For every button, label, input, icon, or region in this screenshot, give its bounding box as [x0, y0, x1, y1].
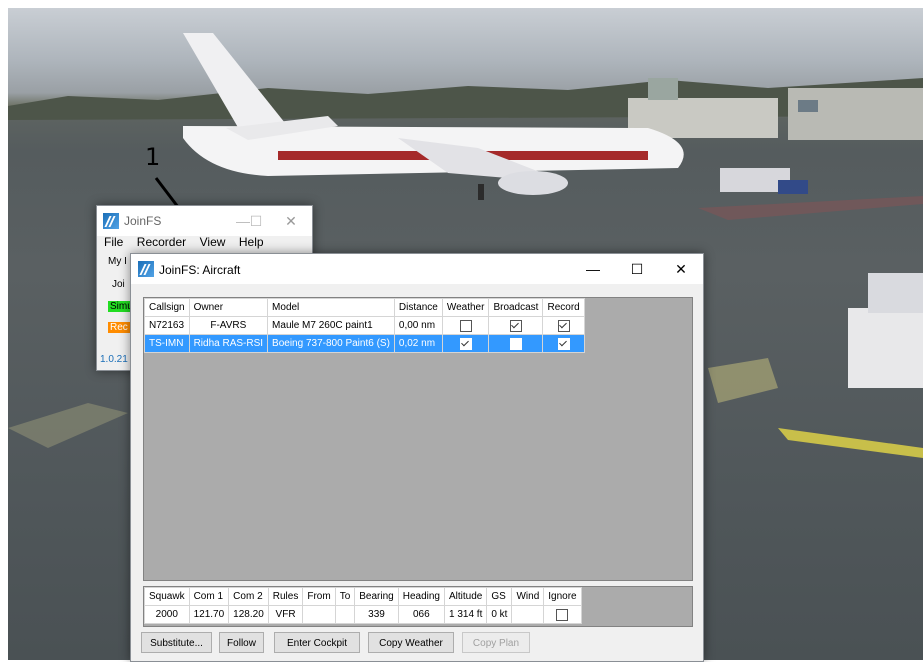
main-close-button[interactable]: ✕ — [273, 206, 309, 236]
joinfs-logo-icon — [138, 261, 154, 277]
col-rules: Rules — [267, 587, 304, 606]
cell-broadcast — [488, 316, 544, 335]
follow-button[interactable]: Follow — [219, 632, 264, 653]
broadcast-checkbox[interactable] — [509, 337, 522, 350]
broadcast-checkbox[interactable] — [509, 319, 522, 332]
col-com1: Com 1 — [188, 587, 230, 606]
cell-com1: 121.70 — [188, 605, 230, 624]
menu-view[interactable]: View — [200, 235, 226, 249]
table-row[interactable]: N72163 F-AVRS Maule M7 260C paint1 0,00 … — [144, 316, 585, 335]
cell-owner: F-AVRS — [188, 316, 269, 335]
aircraft-titlebar: JoinFS: Aircraft — ☐ ✕ — [131, 254, 703, 284]
col-com2: Com 2 — [228, 587, 269, 606]
cell-to — [334, 605, 356, 624]
aircraft-list-panel[interactable]: Callsign Owner Model Distance Weather Br… — [143, 297, 693, 581]
col-altitude: Altitude — [443, 587, 488, 606]
cell-gs: 0 kt — [486, 605, 513, 624]
record-checkbox[interactable] — [557, 319, 570, 332]
version-label: 1.0.21 — [100, 354, 128, 365]
cell-heading: 066 — [397, 605, 445, 624]
close-button[interactable]: ✕ — [659, 254, 703, 284]
cell-owner: Ridha RAS-RSI — [188, 334, 269, 353]
col-owner[interactable]: Owner — [188, 298, 269, 317]
main-menubar: File Recorder View Help — [104, 233, 273, 251]
detail-row: 2000 121.70 128.20 VFR 339 066 1 314 ft … — [144, 605, 582, 624]
col-record[interactable]: Record — [542, 298, 585, 317]
col-callsign[interactable]: Callsign — [144, 298, 190, 317]
enter-cockpit-button[interactable]: Enter Cockpit — [274, 632, 360, 653]
joinfs-logo-icon — [103, 213, 119, 229]
col-model[interactable]: Model — [267, 298, 395, 317]
cell-com2: 128.20 — [228, 605, 269, 624]
menu-recorder[interactable]: Recorder — [137, 235, 186, 249]
cell-weather — [441, 334, 490, 353]
cell-model: Maule M7 260C paint1 — [267, 316, 395, 335]
aircraft-table-header: Callsign Owner Model Distance Weather Br… — [144, 298, 585, 317]
menu-file[interactable]: File — [104, 235, 123, 249]
cell-broadcast — [488, 334, 544, 353]
menu-help[interactable]: Help — [239, 235, 264, 249]
col-wind: Wind — [511, 587, 545, 606]
cell-squawk: 2000 — [144, 605, 190, 624]
col-weather[interactable]: Weather — [441, 298, 490, 317]
weather-checkbox[interactable] — [459, 319, 472, 332]
cell-wind — [511, 605, 545, 624]
aircraft-detail-panel: Squawk Com 1 Com 2 Rules From To Bearing… — [143, 586, 693, 627]
copy-plan-button: Copy Plan — [462, 632, 530, 653]
substitute-button[interactable]: Substitute... — [141, 632, 212, 653]
join-label: Joi — [112, 279, 125, 290]
cell-from — [302, 605, 336, 624]
main-titlebar: JoinFS — ☐ ✕ — [97, 206, 312, 236]
cell-ignore — [543, 605, 582, 624]
cell-callsign: N72163 — [144, 316, 190, 335]
table-row[interactable]: TS-IMN Ridha RAS-RSI Boeing 737-800 Pain… — [144, 334, 585, 353]
col-from: From — [302, 587, 336, 606]
aircraft-window-title: JoinFS: Aircraft — [159, 263, 241, 277]
main-maximize-button[interactable]: ☐ — [238, 206, 274, 236]
maximize-button[interactable]: ☐ — [615, 254, 659, 284]
cell-distance: 0,02 nm — [393, 334, 443, 353]
cell-callsign: TS-IMN — [144, 334, 190, 353]
my-ip-label: My I — [108, 256, 127, 267]
cell-distance: 0,00 nm — [393, 316, 443, 335]
col-squawk: Squawk — [144, 587, 190, 606]
col-bearing: Bearing — [354, 587, 399, 606]
detail-table: Squawk Com 1 Com 2 Rules From To Bearing… — [144, 587, 582, 624]
copy-weather-button[interactable]: Copy Weather — [368, 632, 454, 653]
record-checkbox[interactable] — [557, 337, 570, 350]
cell-record — [542, 316, 585, 335]
col-gs: GS — [486, 587, 513, 606]
cell-weather — [441, 316, 490, 335]
ignore-checkbox[interactable] — [556, 608, 569, 621]
aircraft-table: Callsign Owner Model Distance Weather Br… — [144, 298, 585, 353]
weather-checkbox[interactable] — [459, 337, 472, 350]
col-heading: Heading — [397, 587, 445, 606]
detail-table-header: Squawk Com 1 Com 2 Rules From To Bearing… — [144, 587, 582, 606]
col-broadcast[interactable]: Broadcast — [488, 298, 544, 317]
cell-model: Boeing 737-800 Paint6 (S) — [267, 334, 395, 353]
minimize-button[interactable]: — — [571, 254, 615, 284]
col-to: To — [334, 587, 356, 606]
col-distance[interactable]: Distance — [393, 298, 443, 317]
recorder-status-badge: Rec — [108, 322, 130, 333]
cell-bearing: 339 — [354, 605, 399, 624]
col-ignore: Ignore — [543, 587, 582, 606]
aircraft-window: JoinFS: Aircraft — ☐ ✕ Callsign Owner Mo… — [130, 253, 704, 662]
main-window-title: JoinFS — [124, 214, 162, 228]
cell-rules: VFR — [267, 605, 304, 624]
cell-altitude: 1 314 ft — [443, 605, 488, 624]
cell-record — [542, 334, 585, 353]
